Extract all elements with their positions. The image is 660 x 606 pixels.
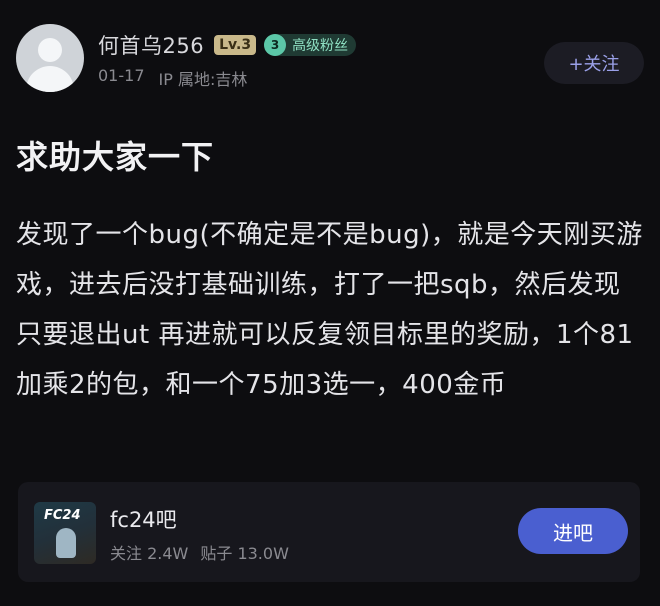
- forum-stats: 关注 2.4W 贴子 13.0W: [110, 540, 289, 564]
- level-badge: Lv.3: [214, 35, 257, 55]
- post-date: 01-17: [98, 66, 145, 85]
- forum-posts: 贴子 13.0W: [200, 544, 289, 563]
- forum-name[interactable]: fc24吧: [110, 504, 177, 534]
- forum-card[interactable]: FC24 fc24吧 关注 2.4W 贴子 13.0W 进吧: [18, 482, 640, 582]
- username-row: 何首乌256 Lv.3 3 高级粉丝: [98, 30, 357, 60]
- user-avatar[interactable]: [16, 24, 84, 92]
- fan-badge: 3 高级粉丝: [264, 34, 357, 56]
- fan-gem-icon: 3: [264, 34, 287, 56]
- ip-location: IP 属地:吉林: [158, 70, 248, 89]
- forum-thumbnail-logo: FC24: [44, 508, 81, 523]
- post-header: 何首乌256 Lv.3 3 高级粉丝 01-17 IP 属地:吉林 +关注: [16, 24, 644, 94]
- post-body: 发现了一个bug(不确定是不是bug)，就是今天刚买游戏，进去后没打基础训练，打…: [16, 220, 643, 400]
- player-figure-icon: [56, 528, 76, 558]
- enter-forum-button[interactable]: 进吧: [518, 508, 628, 554]
- forum-thumbnail: FC24: [34, 502, 96, 564]
- follow-button[interactable]: +关注: [544, 42, 644, 84]
- forum-followers: 关注 2.4W: [110, 544, 189, 563]
- avatar-body-shape: [26, 66, 74, 92]
- post-meta: 01-17 IP 属地:吉林: [98, 66, 247, 90]
- avatar-head-shape: [38, 38, 62, 62]
- username[interactable]: 何首乌256: [98, 30, 204, 60]
- fan-label: 高级粉丝: [292, 38, 349, 54]
- post-title: 求助大家一下: [16, 138, 215, 176]
